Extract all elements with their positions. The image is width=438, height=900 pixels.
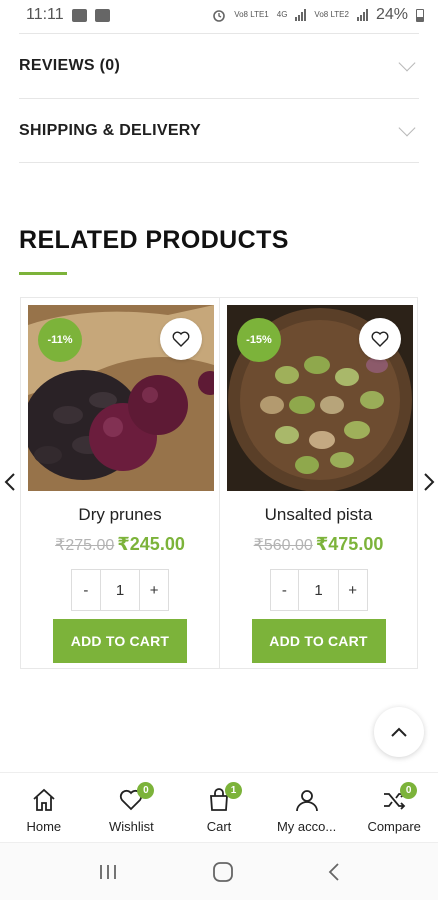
accordion-reviews[interactable]: REVIEWS (0) bbox=[19, 33, 419, 97]
battery-percent: 24% bbox=[375, 6, 408, 23]
sale-price: ₹245.00 bbox=[117, 534, 185, 554]
recent-apps-icon[interactable] bbox=[97, 863, 119, 881]
chevron-left-icon bbox=[4, 473, 15, 491]
divider bbox=[19, 162, 419, 163]
add-to-cart-button[interactable]: ADD TO CART bbox=[53, 619, 187, 663]
image-icon bbox=[71, 8, 87, 22]
title-underline bbox=[19, 272, 67, 275]
product-card: -11% Dry prunes ₹275.00 ₹245.00 - 1 + ADD… bbox=[21, 298, 219, 668]
cart-count-badge: 1 bbox=[224, 782, 242, 799]
compare-count-badge: 0 bbox=[400, 782, 418, 799]
accordion-shipping-label: SHIPPING & DELIVERY bbox=[19, 121, 202, 139]
status-bar: 11:11 Vo8 LTE1 4G Vo8 LTE2 24% bbox=[0, 0, 438, 30]
nav-account[interactable]: My acco... bbox=[263, 773, 351, 842]
discount-badge: -15% bbox=[237, 318, 281, 362]
discount-badge: -11% bbox=[38, 318, 82, 362]
accordion-shipping[interactable]: SHIPPING & DELIVERY bbox=[19, 98, 419, 162]
signal-icon-2 bbox=[356, 9, 368, 21]
product-price: ₹560.00 ₹475.00 bbox=[220, 534, 417, 555]
product-name[interactable]: Unsalted pista bbox=[220, 505, 417, 525]
network-label-3: Vo8 LTE2 bbox=[314, 10, 349, 19]
signal-icon bbox=[295, 9, 307, 21]
chevron-up-icon bbox=[391, 727, 407, 737]
old-price: ₹275.00 bbox=[55, 537, 115, 554]
nav-cart-label: Cart bbox=[206, 819, 232, 834]
chevron-down-icon bbox=[398, 54, 416, 71]
network-label-2: 4G bbox=[276, 10, 288, 19]
old-price: ₹560.00 bbox=[253, 537, 313, 554]
user-icon bbox=[295, 790, 318, 812]
qty-minus-button[interactable]: - bbox=[72, 570, 100, 610]
accordion-reviews-label: REVIEWS (0) bbox=[19, 56, 121, 74]
wishlist-count-badge: 0 bbox=[137, 782, 155, 799]
qty-input[interactable]: 1 bbox=[99, 570, 140, 610]
back-icon[interactable] bbox=[327, 861, 341, 883]
qty-input[interactable]: 1 bbox=[298, 570, 338, 610]
sale-price: ₹475.00 bbox=[315, 534, 384, 554]
product-card: -15% Unsalted pista ₹560.00 ₹475.00 - 1 +… bbox=[219, 298, 417, 668]
scroll-to-top-button[interactable] bbox=[374, 707, 424, 757]
heart-icon bbox=[172, 331, 190, 347]
nav-wishlist-label: Wishlist bbox=[109, 819, 154, 834]
system-navigation-bar bbox=[0, 842, 438, 900]
qty-plus-button[interactable]: + bbox=[337, 570, 367, 610]
qty-plus-button[interactable]: + bbox=[139, 570, 168, 610]
home-button-icon[interactable] bbox=[212, 861, 234, 883]
wishlist-button[interactable] bbox=[359, 318, 401, 360]
chevron-right-icon bbox=[424, 473, 435, 491]
message-icon bbox=[94, 8, 110, 22]
alarm-icon bbox=[213, 10, 226, 22]
chevron-down-icon bbox=[398, 119, 416, 136]
product-name[interactable]: Dry prunes bbox=[21, 505, 219, 525]
network-label-1: Vo8 LTE1 bbox=[234, 10, 269, 19]
quantity-stepper: - 1 + bbox=[71, 569, 169, 611]
battery-icon bbox=[416, 8, 424, 22]
nav-cart[interactable]: 1 Cart bbox=[175, 773, 263, 842]
product-image-prunes[interactable]: -11% bbox=[28, 305, 214, 491]
section-title: RELATED PRODUCTS bbox=[19, 226, 289, 254]
related-products-carousel: -11% Dry prunes ₹275.00 ₹245.00 - 1 + ADD… bbox=[20, 297, 418, 669]
add-to-cart-button[interactable]: ADD TO CART bbox=[251, 619, 386, 663]
nav-home-label: Home bbox=[26, 819, 62, 834]
bottom-navigation: Home 0 Wishlist 1 Cart My acco... 0 Comp… bbox=[0, 772, 438, 842]
heart-icon bbox=[371, 331, 389, 347]
nav-compare[interactable]: 0 Compare bbox=[350, 773, 438, 842]
carousel-prev-button[interactable] bbox=[3, 470, 17, 494]
product-price: ₹275.00 ₹245.00 bbox=[21, 534, 219, 555]
wishlist-button[interactable] bbox=[160, 318, 202, 360]
status-time: 11:11 bbox=[26, 6, 64, 23]
nav-compare-label: Compare bbox=[367, 819, 421, 834]
quantity-stepper: - 1 + bbox=[269, 569, 368, 611]
nav-account-label: My acco... bbox=[276, 819, 337, 834]
nav-wishlist[interactable]: 0 Wishlist bbox=[88, 773, 176, 842]
product-image-pista[interactable]: -15% bbox=[227, 305, 413, 491]
nav-home[interactable]: Home bbox=[0, 773, 88, 842]
carousel-next-button[interactable] bbox=[422, 470, 436, 494]
qty-minus-button[interactable]: - bbox=[271, 570, 299, 610]
home-icon bbox=[33, 788, 55, 811]
